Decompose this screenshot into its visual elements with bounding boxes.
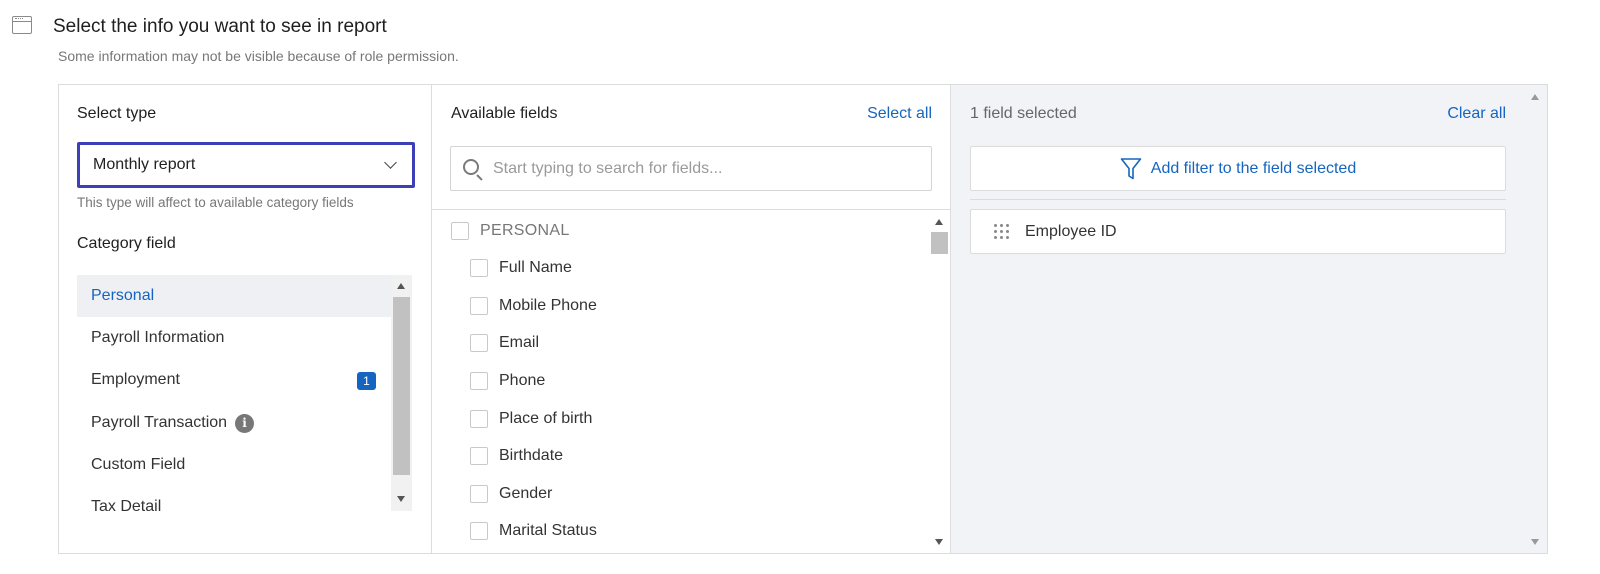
- field-row[interactable]: Email: [470, 334, 539, 352]
- field-row[interactable]: Place of birth: [470, 410, 592, 428]
- selected-count-badge: 1: [357, 372, 376, 390]
- report-type-select[interactable]: Monthly report: [77, 142, 415, 188]
- field-label: Phone: [499, 372, 546, 389]
- category-item-label: Employment: [91, 371, 180, 388]
- field-row[interactable]: Birthdate: [470, 447, 563, 465]
- selected-field-label: Employee ID: [1025, 222, 1117, 240]
- scrollbar-thumb[interactable]: [931, 232, 948, 254]
- scroll-down-icon[interactable]: [935, 539, 943, 545]
- category-item-label: Tax Detail: [91, 498, 162, 511]
- available-fields-title: Available fields: [451, 105, 558, 122]
- category-list: Personal Payroll Information Employment …: [77, 275, 412, 511]
- field-checkbox[interactable]: [470, 522, 488, 540]
- divider: [970, 199, 1506, 200]
- field-checkbox[interactable]: [470, 485, 488, 503]
- chevron-down-icon: [384, 156, 397, 169]
- field-list-scrollbar[interactable]: [929, 210, 950, 553]
- scrollbar-thumb[interactable]: [393, 297, 410, 475]
- scroll-down-icon[interactable]: [1531, 539, 1539, 545]
- field-checkbox[interactable]: [470, 259, 488, 277]
- field-label: Email: [499, 334, 540, 351]
- category-item-label: Custom Field: [91, 456, 186, 473]
- category-item-label: Payroll Transaction: [91, 414, 228, 431]
- type-hint: This type will affect to available categ…: [77, 195, 354, 210]
- selected-count-text: 1 field selected: [970, 105, 1077, 122]
- group-label: PERSONAL: [480, 222, 570, 239]
- field-search: [450, 146, 932, 191]
- field-label: Full Name: [499, 259, 572, 276]
- selected-field-item[interactable]: Employee ID: [970, 209, 1506, 254]
- scroll-up-icon[interactable]: [1531, 94, 1539, 100]
- category-item-custom-field[interactable]: Custom Field: [77, 444, 391, 486]
- field-checkbox[interactable]: [470, 372, 488, 390]
- field-checkbox[interactable]: [470, 447, 488, 465]
- field-label: Marital Status: [499, 522, 597, 539]
- filter-icon: [1120, 157, 1142, 179]
- category-field-label: Category field: [77, 235, 176, 252]
- field-row[interactable]: Full Name: [470, 259, 572, 277]
- clear-all-link[interactable]: Clear all: [1447, 105, 1506, 123]
- select-type-label: Select type: [77, 105, 157, 122]
- field-row[interactable]: Gender: [470, 485, 552, 503]
- report-field-selector: Select type Monthly report This type wil…: [58, 84, 1548, 554]
- scroll-down-icon[interactable]: [397, 496, 405, 502]
- report-type-value: Monthly report: [93, 156, 196, 173]
- group-row-personal[interactable]: PERSONAL: [451, 222, 570, 240]
- field-label: Birthdate: [499, 447, 564, 464]
- page-subtitle: Some information may not be visible beca…: [58, 48, 459, 64]
- available-fields-column: Available fields Select all PERSONAL Ful…: [432, 85, 951, 553]
- field-label: Place of birth: [499, 410, 593, 427]
- add-filter-label: Add filter to the field selected: [1150, 159, 1357, 177]
- category-item-personal[interactable]: Personal: [77, 275, 391, 317]
- field-row[interactable]: Phone: [470, 372, 545, 390]
- field-list: PERSONAL Full Name Mobile Phone Email Ph…: [432, 210, 929, 553]
- field-search-input[interactable]: [493, 147, 923, 190]
- field-checkbox[interactable]: [470, 297, 488, 315]
- category-item-payroll-information[interactable]: Payroll Information: [77, 317, 391, 359]
- field-checkbox[interactable]: [470, 334, 488, 352]
- drag-handle-icon[interactable]: [994, 224, 1009, 239]
- search-icon: [463, 159, 479, 175]
- selected-panel-scrollbar[interactable]: [1525, 85, 1546, 553]
- type-category-column: Select type Monthly report This type wil…: [59, 85, 432, 553]
- category-item-label: Personal: [91, 287, 155, 304]
- category-item-employment[interactable]: Employment 1: [77, 359, 391, 401]
- category-scrollbar[interactable]: [391, 275, 412, 511]
- scroll-up-icon[interactable]: [935, 219, 943, 225]
- category-item-label: Payroll Information: [91, 329, 225, 346]
- field-row[interactable]: Mobile Phone: [470, 297, 597, 315]
- scroll-up-icon[interactable]: [397, 283, 405, 289]
- page-title: Select the info you want to see in repor…: [53, 16, 387, 37]
- category-item-tax-detail[interactable]: Tax Detail: [77, 486, 391, 511]
- select-all-link[interactable]: Select all: [867, 105, 932, 123]
- window-icon: [12, 16, 32, 34]
- field-checkbox[interactable]: [470, 410, 488, 428]
- info-icon[interactable]: i: [235, 413, 255, 433]
- field-label: Mobile Phone: [499, 297, 597, 314]
- field-label: Gender: [499, 485, 553, 502]
- category-item-payroll-transaction[interactable]: Payroll Transaction i: [77, 402, 391, 444]
- add-filter-button[interactable]: Add filter to the field selected: [970, 146, 1506, 191]
- field-row[interactable]: Marital Status: [470, 522, 597, 540]
- group-checkbox[interactable]: [451, 222, 469, 240]
- selected-fields-column: 1 field selected Clear all Add filter to…: [951, 85, 1547, 553]
